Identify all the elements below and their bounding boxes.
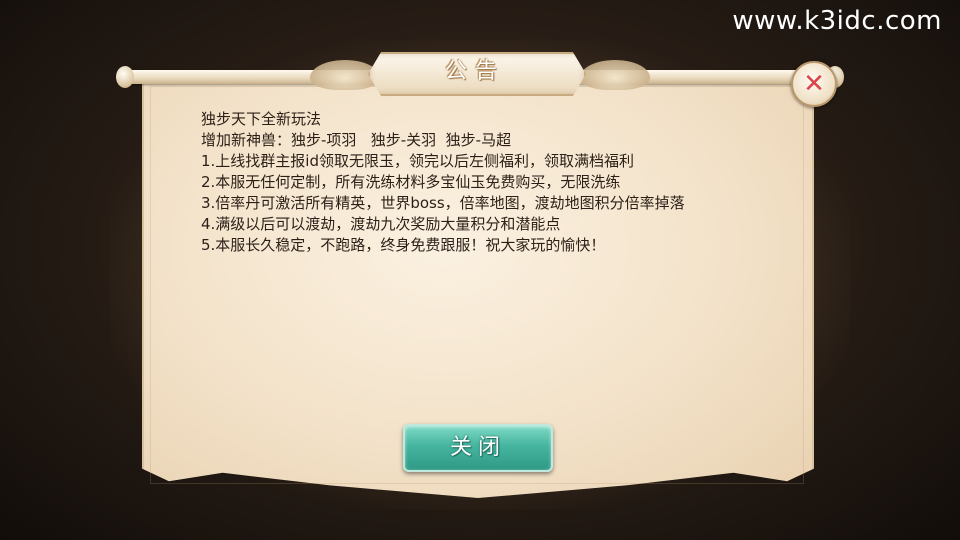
announcement-line: 5.本服长久稳定，不跑路，终身免费跟服！祝大家玩的愉快！: [201, 236, 606, 254]
announcement-line: 独步天下全新玩法: [201, 110, 322, 128]
close-dialog-button[interactable]: 关闭: [403, 424, 553, 472]
announcement-line: 4.满级以后可以渡劫，渡劫九次奖励大量积分和潜能点: [201, 215, 561, 233]
announcement-line: 增加新神兽：独步-项羽 独步-关羽 独步-马超: [201, 131, 512, 149]
announcement-line: 3.倍率丹可激活所有精英，世界boss，倍率地图，渡劫地图积分倍率掉落: [201, 194, 685, 212]
announcement-line: 1.上线找群主报id领取无限玉，领完以后左侧福利，领取满档福利: [201, 152, 635, 170]
announcement-content: 独步天下全新玩法 增加新神兽：独步-项羽 独步-关羽 独步-马超 1.上线找群主…: [201, 109, 761, 256]
announcement-line: 2.本服无任何定制，所有洗练材料多宝仙玉免费购买，无限洗练: [201, 173, 621, 191]
scroll-rod-cap-left: [116, 66, 134, 88]
close-button[interactable]: ✕: [791, 61, 837, 107]
cloud-ornament-right: [580, 60, 650, 90]
dialog-title: 公告: [444, 59, 505, 84]
close-x-icon: ✕: [803, 69, 825, 99]
close-dialog-button-label: 关闭: [449, 435, 506, 460]
watermark-text: www.k3idc.com: [732, 6, 942, 36]
